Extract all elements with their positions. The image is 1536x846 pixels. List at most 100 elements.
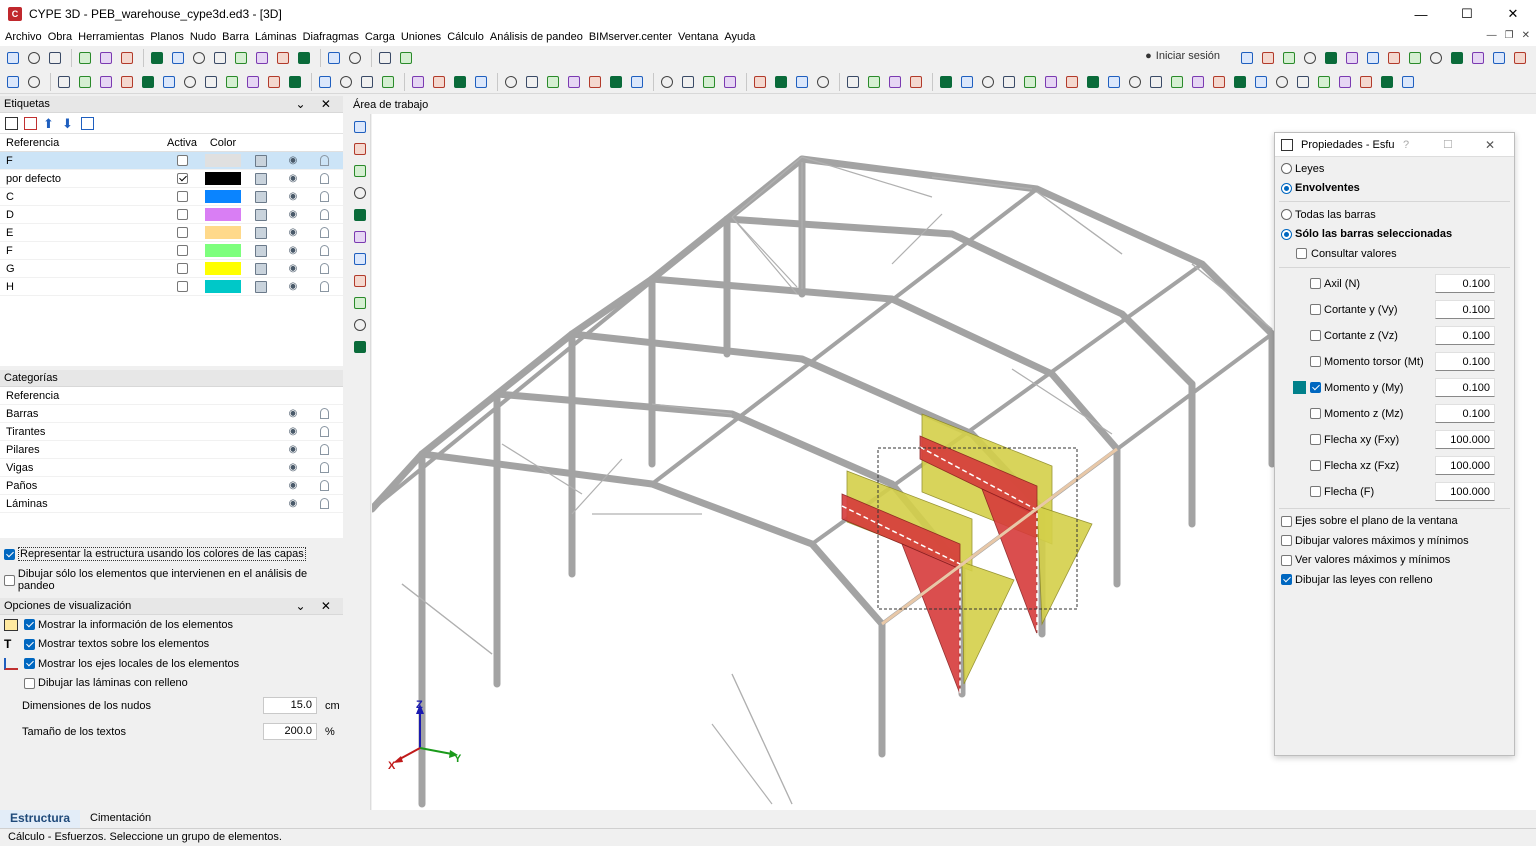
effort-row[interactable]: Flecha (F) 100.000 bbox=[1275, 479, 1514, 505]
panel-controls[interactable]: ⌄ ✕ bbox=[296, 599, 337, 613]
edit-tool-52-icon[interactable] bbox=[1168, 73, 1186, 91]
edit-tool-6-icon[interactable] bbox=[139, 73, 157, 91]
edit-tool-4-icon[interactable] bbox=[97, 73, 115, 91]
effort-checkbox[interactable] bbox=[1310, 460, 1321, 471]
edit-tool-12-icon[interactable] bbox=[265, 73, 283, 91]
effort-scale-input[interactable]: 0.100 bbox=[1435, 378, 1495, 397]
display-option-checkbox[interactable] bbox=[1281, 554, 1292, 566]
effort-checkbox[interactable] bbox=[1310, 330, 1321, 341]
lock-icon[interactable] bbox=[320, 191, 329, 202]
scope-option-1-radio[interactable] bbox=[1281, 228, 1292, 240]
lock-icon[interactable] bbox=[320, 155, 329, 166]
vis-option-checkbox[interactable] bbox=[24, 619, 35, 631]
edit-tool-63-icon[interactable] bbox=[1399, 73, 1417, 91]
edit-tool-11-icon[interactable] bbox=[244, 73, 262, 91]
effort-scale-input[interactable]: 100.000 bbox=[1435, 482, 1495, 501]
view-tool-8-icon[interactable] bbox=[1406, 49, 1424, 67]
display-option-checkbox[interactable] bbox=[1281, 535, 1292, 547]
view-side-tool-8-icon[interactable] bbox=[351, 294, 369, 312]
buckling-only-option[interactable]: Dibujar sólo los elementos que intervien… bbox=[0, 568, 343, 592]
edit-tool-23-icon[interactable] bbox=[523, 73, 541, 91]
edit-tool-9-icon[interactable] bbox=[202, 73, 220, 91]
edit-tool-1-icon[interactable] bbox=[25, 73, 43, 91]
represent-colors-option[interactable]: Representar la estructura usando los col… bbox=[0, 544, 343, 564]
edit-tool-19-icon[interactable] bbox=[430, 73, 448, 91]
edit-tool-51-icon[interactable] bbox=[1147, 73, 1165, 91]
menu-item-14[interactable]: Ayuda bbox=[723, 31, 760, 43]
portal-frame[interactable] bbox=[372, 450, 886, 628]
menu-item-0[interactable]: Archivo bbox=[4, 31, 47, 43]
scope-option-0-radio[interactable] bbox=[1281, 209, 1292, 221]
eye-icon[interactable]: ◉ bbox=[287, 209, 299, 221]
menu-item-10[interactable]: Cálculo bbox=[446, 31, 489, 43]
tag-color-swatch[interactable] bbox=[205, 208, 241, 221]
mdi-minimize-icon[interactable]: — bbox=[1487, 30, 1497, 41]
view-side-tool-5-icon[interactable] bbox=[351, 228, 369, 246]
move-up-icon[interactable]: ⬆ bbox=[43, 117, 56, 130]
edit-tool-24-icon[interactable] bbox=[544, 73, 562, 91]
buckling-only-checkbox[interactable] bbox=[4, 574, 15, 586]
edit-tool-28-icon[interactable] bbox=[628, 73, 646, 91]
effort-row[interactable]: Momento torsor (Mt) 0.100 bbox=[1275, 349, 1514, 375]
view-tool-3-icon[interactable] bbox=[1301, 49, 1319, 67]
edit-tool-49-icon[interactable] bbox=[1105, 73, 1123, 91]
eye-icon[interactable]: ◉ bbox=[287, 426, 299, 438]
tag-color-swatch[interactable] bbox=[205, 190, 241, 203]
main-tool-12-icon[interactable] bbox=[274, 49, 292, 67]
view-side-tool-7-icon[interactable] bbox=[351, 272, 369, 290]
consult-values-option[interactable]: Consultar valores bbox=[1275, 244, 1514, 264]
effort-row[interactable]: Flecha xy (Fxy) 100.000 bbox=[1275, 427, 1514, 453]
edit-tool-27-icon[interactable] bbox=[607, 73, 625, 91]
main-tool-9-icon[interactable] bbox=[211, 49, 229, 67]
edit-tool-44-icon[interactable] bbox=[1000, 73, 1018, 91]
eye-icon[interactable]: ◉ bbox=[287, 462, 299, 474]
cube-icon[interactable] bbox=[255, 209, 267, 221]
edit-tool-13-icon[interactable] bbox=[286, 73, 304, 91]
edit-tool-15-icon[interactable] bbox=[337, 73, 355, 91]
view-tool-4-icon[interactable] bbox=[1322, 49, 1340, 67]
effort-scale-input[interactable]: 0.100 bbox=[1435, 326, 1495, 345]
edit-tool-3-icon[interactable] bbox=[76, 73, 94, 91]
text-size-input[interactable]: 200.0 bbox=[263, 723, 317, 740]
edit-tool-5-icon[interactable] bbox=[118, 73, 136, 91]
cube-icon[interactable] bbox=[255, 173, 267, 185]
view-side-tool-0-icon[interactable] bbox=[351, 118, 369, 136]
main-tool-17-icon[interactable] bbox=[397, 49, 415, 67]
eye-icon[interactable]: ◉ bbox=[287, 480, 299, 492]
signin-button[interactable]: ● Iniciar sesión bbox=[1145, 50, 1220, 62]
menu-item-9[interactable]: Uniones bbox=[400, 31, 446, 43]
main-tool-2-icon[interactable] bbox=[46, 49, 64, 67]
view-tool-1-icon[interactable] bbox=[1259, 49, 1277, 67]
cube-icon[interactable] bbox=[255, 191, 267, 203]
edit-tool-21-icon[interactable] bbox=[472, 73, 490, 91]
effort-row[interactable]: Cortante y (Vy) 0.100 bbox=[1275, 297, 1514, 323]
edit-tool-57-icon[interactable] bbox=[1273, 73, 1291, 91]
eye-icon[interactable]: ◉ bbox=[287, 191, 299, 203]
vis-option-checkbox[interactable] bbox=[24, 638, 35, 650]
category-row[interactable]: Paños ◉ bbox=[0, 477, 343, 495]
menu-item-11[interactable]: Análisis de pandeo bbox=[489, 31, 588, 43]
mode-option-0-radio[interactable] bbox=[1281, 163, 1292, 175]
scope-option-0[interactable]: Todas las barras bbox=[1275, 205, 1514, 225]
menu-item-3[interactable]: Planos bbox=[149, 31, 189, 43]
lock-icon[interactable] bbox=[320, 227, 329, 238]
edit-tool-59-icon[interactable] bbox=[1315, 73, 1333, 91]
tag-color-swatch[interactable] bbox=[205, 226, 241, 239]
main-tool-0-icon[interactable] bbox=[4, 49, 22, 67]
tag-color-swatch[interactable] bbox=[205, 172, 241, 185]
edit-tool-45-icon[interactable] bbox=[1021, 73, 1039, 91]
view-side-tool-2-icon[interactable] bbox=[351, 162, 369, 180]
tag-active-checkbox[interactable] bbox=[176, 173, 188, 185]
effort-row[interactable]: Momento y (My) 0.100 bbox=[1275, 375, 1514, 401]
tag-active-checkbox[interactable] bbox=[176, 191, 188, 203]
scope-option-1[interactable]: Sólo las barras seleccionadas bbox=[1275, 225, 1514, 245]
edit-tool-38-icon[interactable] bbox=[865, 73, 883, 91]
tag-active-checkbox[interactable] bbox=[176, 227, 188, 239]
category-row[interactable]: Vigas ◉ bbox=[0, 459, 343, 477]
edit-tool-31-icon[interactable] bbox=[700, 73, 718, 91]
edit-tool-34-icon[interactable] bbox=[772, 73, 790, 91]
lock-icon[interactable] bbox=[320, 462, 329, 473]
lock-icon[interactable] bbox=[320, 444, 329, 455]
view-tool-13-icon[interactable] bbox=[1511, 49, 1529, 67]
eye-icon[interactable]: ◉ bbox=[287, 155, 299, 167]
